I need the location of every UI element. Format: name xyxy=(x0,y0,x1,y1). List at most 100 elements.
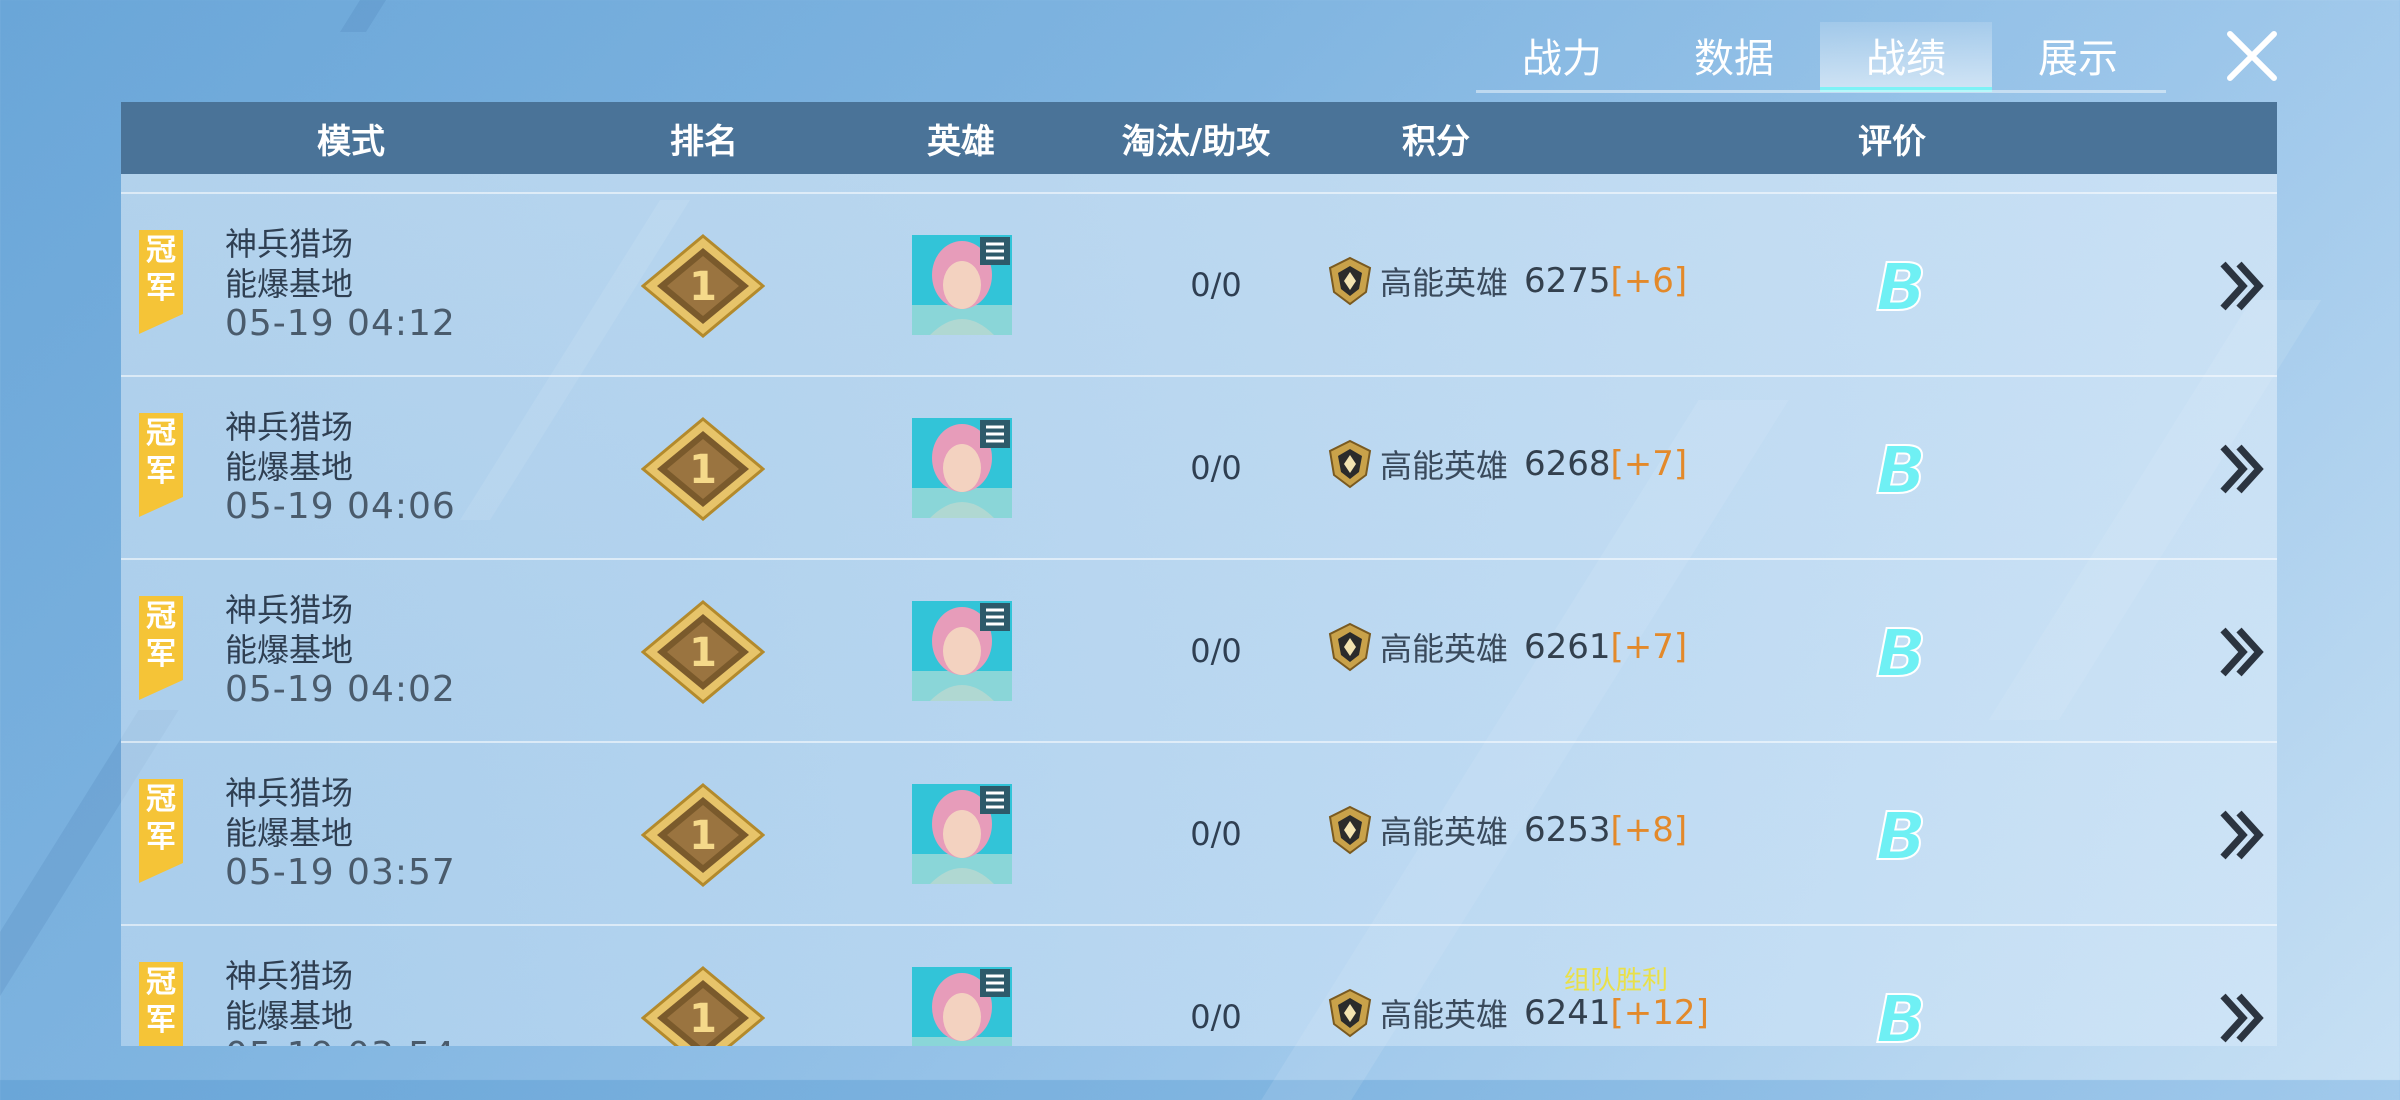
match-info: 神兵猎场 能爆基地 05-19 03:54 xyxy=(225,956,456,1046)
double-chevron-right-icon[interactable] xyxy=(2219,992,2267,1044)
header-hero: 英雄 xyxy=(927,121,995,162)
header-score: 积分 xyxy=(1402,121,1470,162)
champion-badge-text: 冠军 xyxy=(146,416,176,489)
tier-emblem-icon xyxy=(1328,805,1372,855)
game-mode: 神兵猎场 xyxy=(225,957,354,995)
match-time: 05-19 03:57 xyxy=(225,852,456,893)
table-header: 模式 排名 英雄 淘汰/助攻 积分 评价 xyxy=(121,102,2277,174)
header-rank: 排名 xyxy=(670,121,738,162)
map-name: 能爆基地 xyxy=(225,631,354,669)
score-cell: 高能英雄 6268 [+7] xyxy=(1326,439,1687,489)
score-delta: [+7] xyxy=(1610,444,1688,484)
eliminations-assists: 0/0 xyxy=(1190,997,1242,1036)
map-name: 能爆基地 xyxy=(225,814,354,852)
score-points: 6275 xyxy=(1524,261,1611,301)
match-info: 神兵猎场 能爆基地 05-19 04:06 xyxy=(225,407,456,527)
champion-badge-text: 冠军 xyxy=(146,782,176,855)
double-chevron-right-icon[interactable] xyxy=(2219,260,2267,312)
champion-badge-text: 冠军 xyxy=(146,599,176,672)
rank-medal-icon: 1 xyxy=(641,234,765,338)
tier-name: 高能英雄 xyxy=(1380,813,1509,851)
svg-text:1: 1 xyxy=(689,813,717,859)
svg-text:B: B xyxy=(1876,984,1926,1046)
svg-text:B: B xyxy=(1876,252,1926,318)
close-icon[interactable] xyxy=(2224,28,2280,84)
match-time: 05-19 04:02 xyxy=(225,669,456,710)
svg-text:1: 1 xyxy=(689,630,717,676)
rating-grade: B xyxy=(1875,801,1927,867)
double-chevron-right-icon[interactable] xyxy=(2219,809,2267,861)
match-row[interactable]: 冠军 神兵猎场 能爆基地 05-19 04:12 1 0/0 高能英雄 6275… xyxy=(121,192,2277,375)
rating-grade: B xyxy=(1875,435,1927,501)
eliminations-assists: 0/0 xyxy=(1190,814,1242,853)
rank-medal-icon: 1 xyxy=(641,966,765,1046)
match-time: 05-19 03:54 xyxy=(225,1036,456,1047)
header-mode: 模式 xyxy=(317,121,385,162)
rank-medal-icon: 1 xyxy=(641,600,765,704)
map-name: 能爆基地 xyxy=(225,997,354,1035)
rank-medal-icon: 1 xyxy=(641,783,765,887)
eliminations-assists: 0/0 xyxy=(1190,631,1242,670)
tab-records[interactable]: 战绩 xyxy=(1820,22,1992,92)
match-time: 05-19 04:06 xyxy=(225,486,456,527)
game-mode: 神兵猎场 xyxy=(225,225,354,263)
tab-underline xyxy=(1476,90,2166,93)
hero-portrait[interactable] xyxy=(912,235,1012,335)
score-delta: [+8] xyxy=(1610,810,1688,850)
score-delta: [+12] xyxy=(1610,993,1709,1033)
match-info: 神兵猎场 能爆基地 05-19 03:57 xyxy=(225,773,456,893)
score-points: 6261 xyxy=(1524,627,1611,667)
match-info: 神兵猎场 能爆基地 05-19 04:12 xyxy=(225,224,456,344)
tab-power[interactable]: 战力 xyxy=(1476,22,1648,88)
background-stripe xyxy=(340,0,386,32)
tier-emblem-icon xyxy=(1328,622,1372,672)
match-time: 05-19 04:12 xyxy=(225,303,456,344)
match-row[interactable]: 冠军 神兵猎场 能爆基地 05-19 04:02 1 0/0 高能英雄 6261… xyxy=(121,558,2277,741)
double-chevron-right-icon[interactable] xyxy=(2219,626,2267,678)
rating-grade: B xyxy=(1875,252,1927,318)
score-points: 6241 xyxy=(1524,993,1611,1033)
svg-text:B: B xyxy=(1876,435,1926,501)
map-name: 能爆基地 xyxy=(225,265,354,303)
game-mode: 神兵猎场 xyxy=(225,591,354,629)
match-row[interactable]: 冠军 神兵猎场 能爆基地 05-19 04:06 1 0/0 高能英雄 6268… xyxy=(121,375,2277,558)
hero-portrait[interactable] xyxy=(912,418,1012,518)
svg-text:1: 1 xyxy=(689,996,717,1042)
svg-text:B: B xyxy=(1876,801,1926,867)
match-row[interactable]: 冠军 神兵猎场 能爆基地 05-19 03:54 1 0/0 组队胜利 xyxy=(121,924,2277,1046)
svg-text:1: 1 xyxy=(689,447,717,493)
score-cell: 高能英雄 6241 [+12] xyxy=(1326,988,1709,1038)
rank-medal-icon: 1 xyxy=(641,417,765,521)
champion-badge-text: 冠军 xyxy=(146,233,176,306)
score-cell: 高能英雄 6261 [+7] xyxy=(1326,622,1687,672)
eliminations-assists: 0/0 xyxy=(1190,265,1242,304)
match-history-panel: 模式 排名 英雄 淘汰/助攻 积分 评价 冠军 神兵猎场 能爆基地 05-19 … xyxy=(121,102,2277,1046)
match-row[interactable]: 冠军 神兵猎场 能爆基地 05-19 03:57 1 0/0 高能英雄 6253… xyxy=(121,741,2277,924)
header-rating: 评价 xyxy=(1858,121,1926,162)
rating-grade: B xyxy=(1875,984,1927,1046)
game-mode: 神兵猎场 xyxy=(225,774,354,812)
tier-name: 高能英雄 xyxy=(1380,630,1509,668)
header-eliminations-assists: 淘汰/助攻 xyxy=(1121,121,1271,162)
hero-portrait[interactable] xyxy=(912,784,1012,884)
tier-name: 高能英雄 xyxy=(1380,996,1509,1034)
rating-grade: B xyxy=(1875,618,1927,684)
match-info: 神兵猎场 能爆基地 05-19 04:02 xyxy=(225,590,456,710)
score-cell: 高能英雄 6275 [+6] xyxy=(1326,256,1687,306)
tab-data[interactable]: 数据 xyxy=(1648,22,1820,88)
tier-emblem-icon xyxy=(1328,439,1372,489)
eliminations-assists: 0/0 xyxy=(1190,448,1242,487)
tab-showcase[interactable]: 展示 xyxy=(1992,22,2164,88)
tier-emblem-icon xyxy=(1328,988,1372,1038)
double-chevron-right-icon[interactable] xyxy=(2219,443,2267,495)
score-delta: [+6] xyxy=(1610,261,1688,301)
score-cell: 高能英雄 6253 [+8] xyxy=(1326,805,1687,855)
tab-bar: 战力 数据 战绩 展示 xyxy=(1476,22,2166,92)
svg-text:B: B xyxy=(1876,618,1926,684)
game-mode: 神兵猎场 xyxy=(225,408,354,446)
svg-text:1: 1 xyxy=(689,264,717,310)
tier-name: 高能英雄 xyxy=(1380,447,1509,485)
score-delta: [+7] xyxy=(1610,627,1688,667)
hero-portrait[interactable] xyxy=(912,601,1012,701)
hero-portrait[interactable] xyxy=(912,967,1012,1046)
